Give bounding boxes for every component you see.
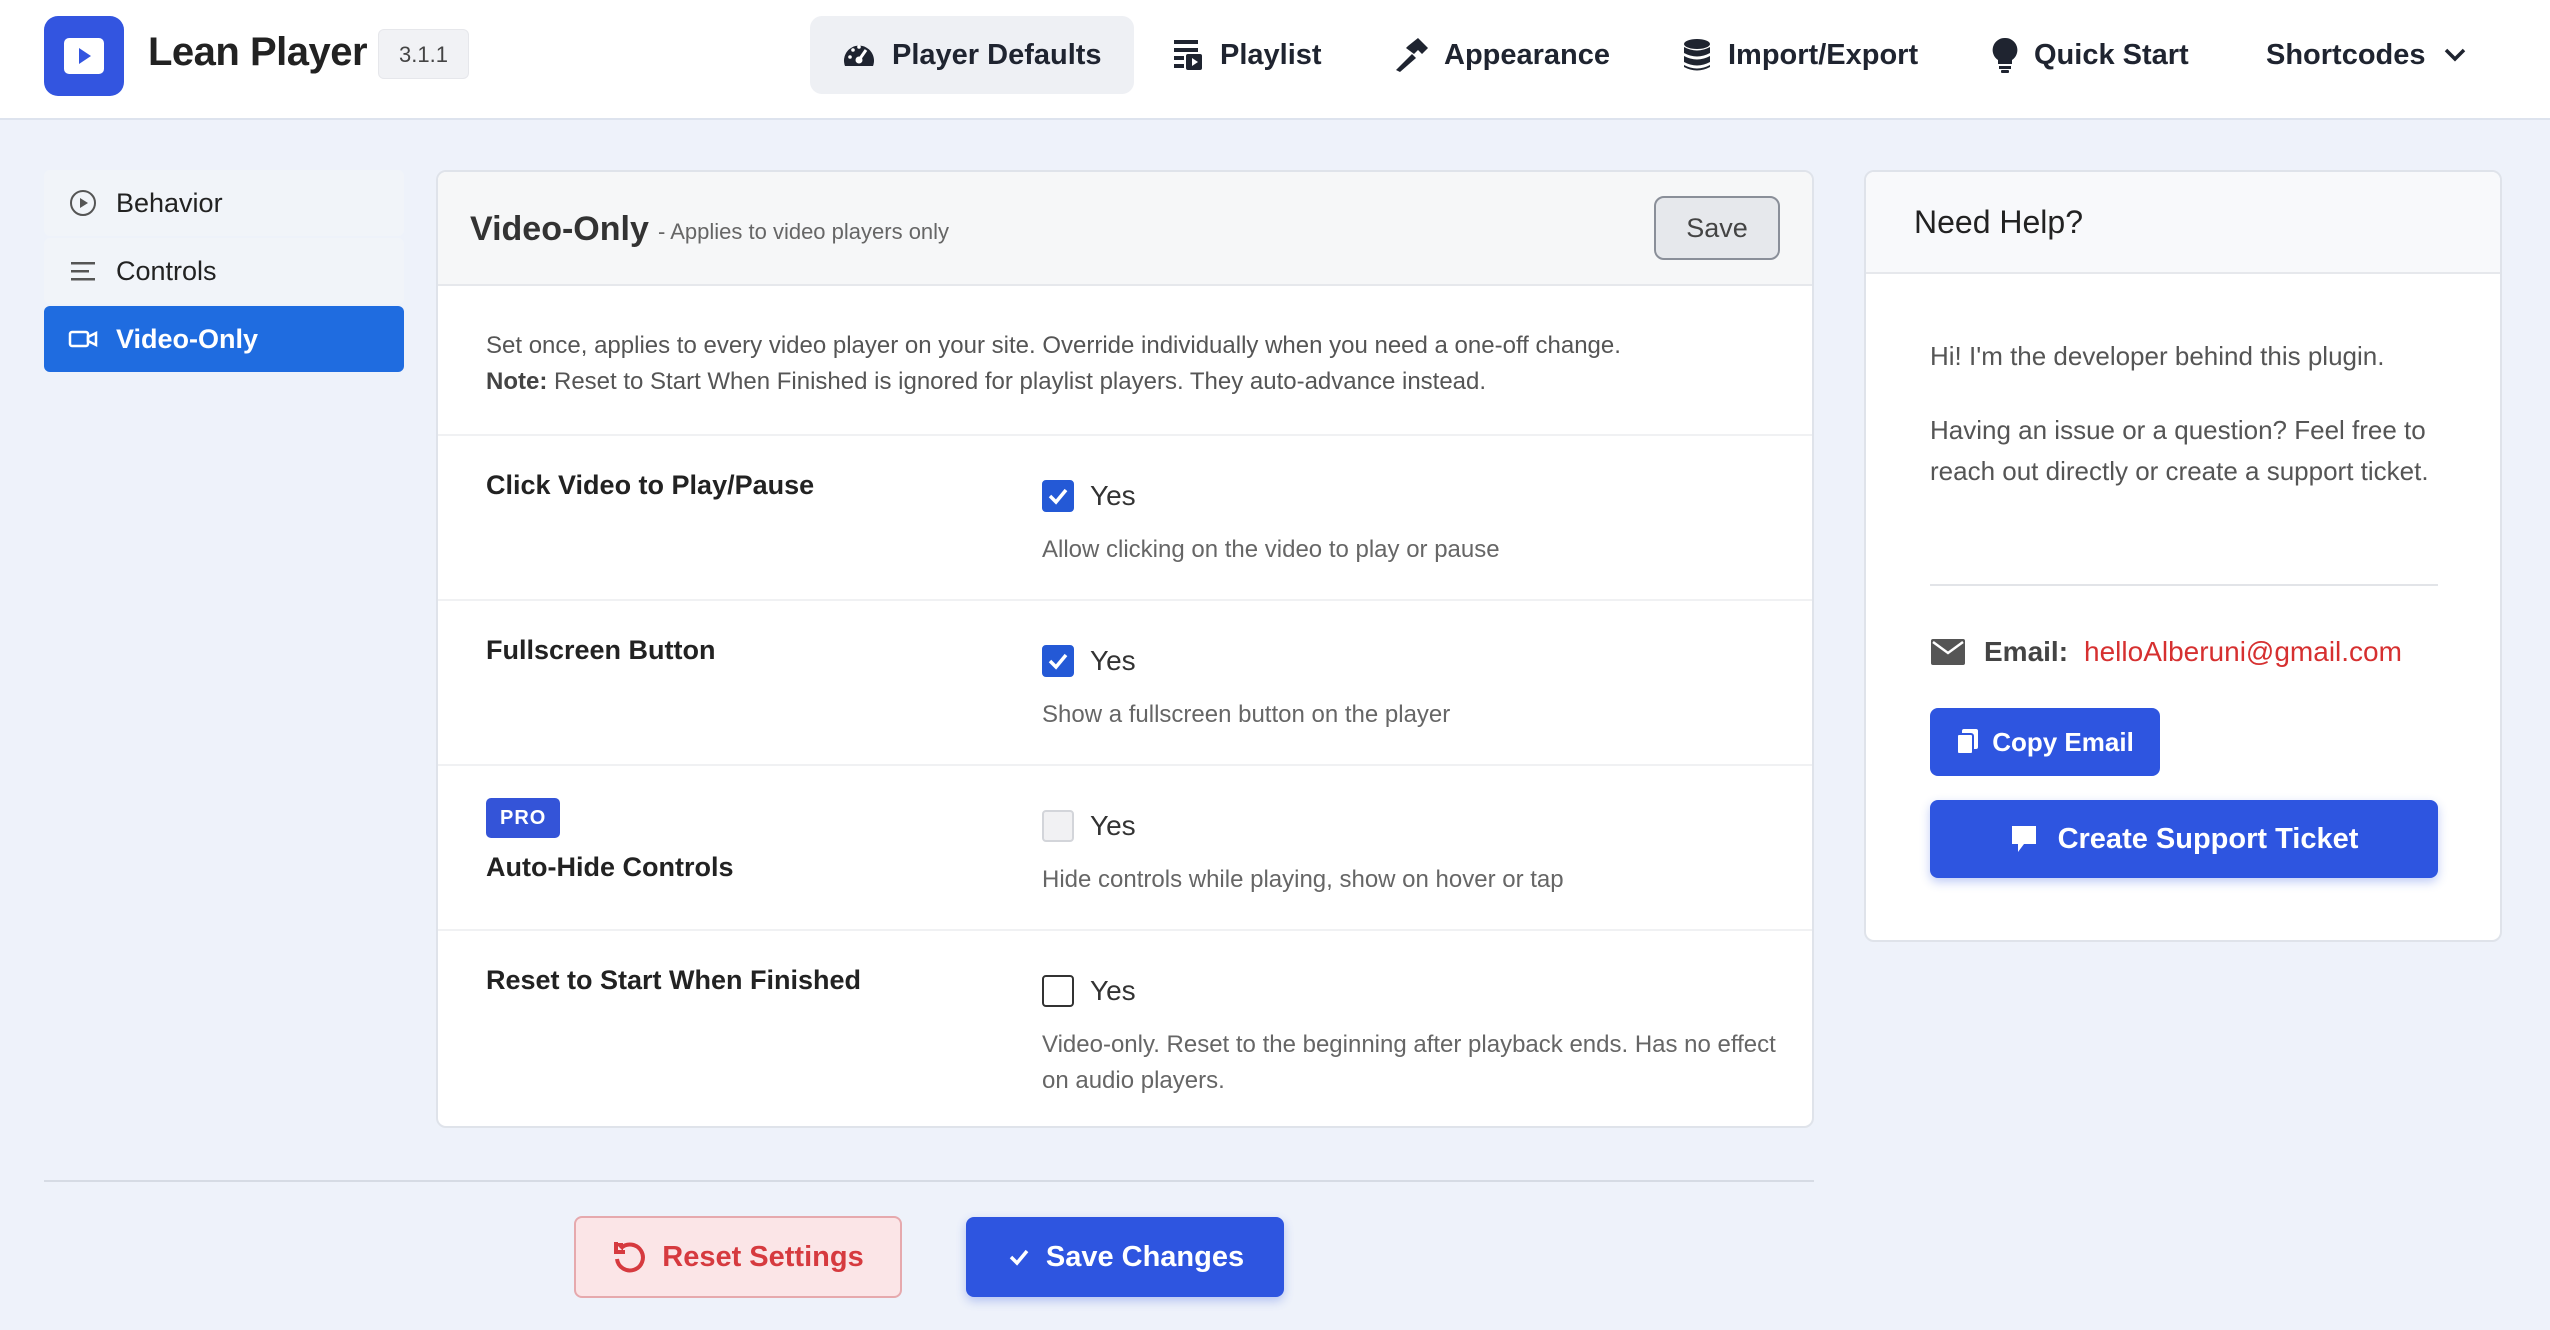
nav-shortcodes[interactable]: Shortcodes (2234, 16, 2498, 94)
setting-help: Show a fullscreen button on the player (1042, 701, 1451, 728)
checkbox-label[interactable]: Yes (1090, 645, 1136, 677)
database-icon (1684, 39, 1710, 71)
pro-badge: PRO (486, 798, 561, 838)
gauge-icon (844, 45, 874, 66)
setting-help: Allow clicking on the video to play or p… (1042, 536, 1500, 563)
checkbox-label[interactable]: Yes (1090, 480, 1136, 512)
app-name: Lean Player (148, 30, 368, 74)
email-label: Email: (1984, 636, 2069, 667)
nav-quick-start[interactable]: Quick Start (1960, 16, 2221, 94)
card-header: Video-Only - Applies to video players on… (438, 172, 1812, 286)
check-icon (1048, 488, 1068, 505)
play-circle-icon (70, 190, 96, 216)
card-intro: Set once, applies to every video player … (438, 286, 1812, 436)
copy-icon (1956, 729, 1979, 755)
setting-row-fullscreen: Fullscreen Button Yes Show a fullscreen … (438, 601, 1812, 766)
nav-appearance[interactable]: Appearance (1360, 16, 1642, 94)
chevron-down-icon (2444, 48, 2465, 62)
setting-label: Reset to Start When Finished (486, 965, 862, 995)
checkbox-label[interactable]: Yes (1090, 975, 1136, 1007)
note-label: Note: (486, 368, 548, 395)
nav-label: Playlist (1220, 38, 1322, 71)
auto-hide-checkbox[interactable] (1042, 810, 1074, 842)
nav-label: Appearance (1444, 38, 1611, 71)
sidebar-item-behavior[interactable]: Behavior (44, 170, 404, 236)
save-changes-label: Save Changes (1045, 1240, 1245, 1273)
help-card: Need Help? Hi! I'm the developer behind … (1864, 170, 2502, 942)
email-address[interactable]: helloAlberuni@gmail.com (2084, 636, 2402, 668)
help-body: Having an issue or a question? Feel free… (1930, 415, 2429, 486)
nav-import-export[interactable]: Import/Export (1650, 16, 1950, 94)
save-button[interactable]: Save (1654, 196, 1780, 260)
version-badge: 3.1.1 (378, 29, 469, 79)
sidebar-item-controls[interactable]: Controls (44, 238, 404, 304)
setting-row-click-to-play: Click Video to Play/Pause Yes Allow clic… (438, 436, 1812, 601)
reset-icon (614, 1242, 646, 1273)
create-support-ticket-button[interactable]: Create Support Ticket (1930, 800, 2438, 878)
fullscreen-checkbox[interactable] (1042, 645, 1074, 677)
copy-email-button[interactable]: Copy Email (1930, 708, 2160, 776)
setting-label: Auto-Hide Controls (486, 852, 734, 882)
lines-icon (71, 262, 95, 281)
card-title: Video-Only (470, 210, 649, 248)
envelope-icon (1931, 639, 1965, 665)
chat-bubble-icon (2011, 826, 2036, 852)
setting-row-auto-hide: PRO Auto-Hide Controls Yes Hide controls… (438, 766, 1812, 931)
setting-label: Click Video to Play/Pause (486, 470, 815, 500)
setting-label: Fullscreen Button (486, 635, 716, 665)
intro-text: Set once, applies to every video player … (486, 332, 1621, 359)
nav-label: Import/Export (1728, 38, 1919, 71)
help-header: Need Help? (1866, 172, 2500, 274)
hammer-icon (1396, 38, 1428, 72)
app-logo-icon (44, 16, 124, 96)
video-camera-icon (68, 330, 98, 348)
create-ticket-label: Create Support Ticket (2057, 822, 2359, 855)
nav-label: Shortcodes (2266, 38, 2426, 71)
footer-divider (44, 1180, 1814, 1182)
save-changes-button[interactable]: Save Changes (966, 1217, 1284, 1297)
settings-card: Video-Only - Applies to video players on… (436, 170, 1814, 1128)
sidebar-item-label: Controls (116, 255, 217, 286)
setting-help: Hide controls while playing, show on hov… (1042, 866, 1564, 893)
note-text: Reset to Start When Finished is ignored … (554, 368, 1487, 395)
setting-row-reset-finished: Reset to Start When Finished Yes Video-o… (438, 931, 1812, 1126)
intro-note: Note: Reset to Start When Finished is ig… (486, 364, 1764, 400)
help-title: Need Help? (1914, 204, 2083, 240)
check-icon (1048, 653, 1068, 670)
reset-label: Reset Settings (662, 1240, 864, 1273)
nav-label: Player Defaults (892, 38, 1102, 71)
top-bar: Lean Player 3.1.1 Player Defaults Playli… (0, 0, 2550, 120)
sidebar-item-label: Video-Only (116, 323, 259, 354)
help-divider (1930, 584, 2438, 586)
card-subtitle: - Applies to video players only (658, 219, 950, 244)
nav-player-defaults[interactable]: Player Defaults (810, 16, 1134, 94)
setting-help: Video-only. Reset to the beginning after… (1042, 1031, 1776, 1094)
email-row: Email: helloAlberuni@gmail.com (1930, 636, 2402, 668)
sidebar-item-label: Behavior (116, 187, 223, 218)
sidebar-item-video-only[interactable]: Video-Only (44, 306, 404, 372)
playlist-icon (1174, 40, 1202, 70)
nav-label: Quick Start (2034, 38, 2189, 71)
copy-email-label: Copy Email (1992, 726, 2134, 757)
reset-settings-button[interactable]: Reset Settings (574, 1216, 902, 1298)
nav-playlist[interactable]: Playlist (1140, 16, 1354, 94)
help-intro: Hi! I'm the developer behind this plugin… (1930, 341, 2385, 371)
click-to-play-checkbox[interactable] (1042, 480, 1074, 512)
sidebar: Behavior Controls Video-Only (44, 170, 404, 374)
checkbox-label[interactable]: Yes (1090, 810, 1136, 842)
lightbulb-icon (1992, 37, 2018, 73)
reset-finished-checkbox[interactable] (1042, 975, 1074, 1007)
check-icon (1009, 1249, 1029, 1266)
